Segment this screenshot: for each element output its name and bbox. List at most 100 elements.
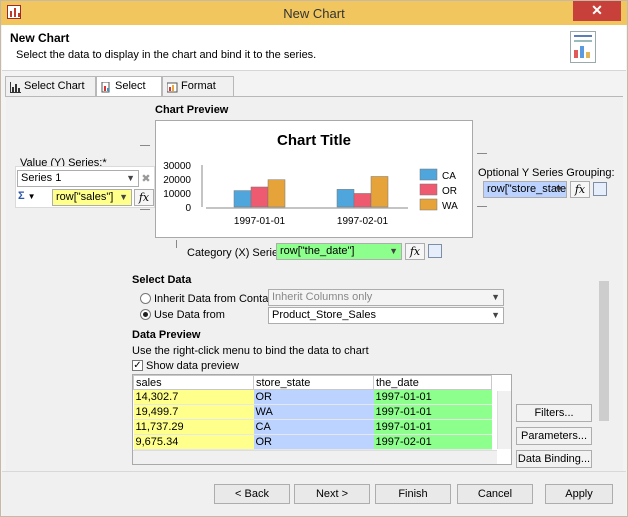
- y-tick-label: 0: [185, 203, 191, 214]
- filters-button[interactable]: Filters...: [516, 404, 592, 422]
- chevron-down-icon: ▼: [389, 246, 398, 256]
- column-header-sales[interactable]: sales: [133, 375, 254, 390]
- tab-select-chart-type[interactable]: Select Chart Type: [5, 76, 96, 110]
- panel-scrollbar[interactable]: [597, 267, 611, 467]
- sigma-icon: Σ: [18, 190, 25, 202]
- dialog-window: New Chart ✕ New Chart Select the data to…: [0, 0, 628, 517]
- y-grouping-options-icon[interactable]: [593, 182, 607, 196]
- bar-or: [250, 186, 269, 208]
- value-fx-button[interactable]: fx: [134, 189, 154, 206]
- select-data-icon: [101, 81, 112, 93]
- tab-format-chart[interactable]: Format Chart: [162, 76, 234, 110]
- chart-preview-label: Chart Preview: [155, 104, 229, 116]
- cell-sales: 14,302.7: [133, 389, 254, 405]
- category-options-icon[interactable]: [428, 244, 442, 258]
- radio-use-data-from[interactable]: [140, 309, 151, 320]
- close-button[interactable]: ✕: [573, 1, 621, 21]
- x-tick-label: 1997-02-01: [337, 216, 389, 227]
- apply-button[interactable]: Apply: [545, 484, 613, 504]
- legend-label: OR: [442, 186, 457, 197]
- select-data-label: Select Data: [132, 274, 192, 286]
- category-fx-button[interactable]: fx: [405, 243, 425, 260]
- cell-sales: 9,675.34: [133, 434, 254, 450]
- chevron-down-icon: ▼: [554, 184, 563, 194]
- inherit-columns-combo: Inherit Columns only ▼: [268, 289, 504, 306]
- chevron-down-icon: ▼: [27, 192, 36, 201]
- cell-the-date: 1997-01-01: [373, 404, 492, 420]
- legend-label: CA: [442, 171, 456, 182]
- chevron-down-icon: ▼: [491, 310, 500, 320]
- tab-select-data[interactable]: Select Data: [96, 76, 162, 110]
- title-bar: New Chart ✕: [1, 1, 627, 25]
- grid-vertical-scrollbar[interactable]: [497, 391, 511, 449]
- data-source-combo[interactable]: Product_Store_Sales ▼: [268, 307, 504, 324]
- series-select[interactable]: Series 1 ▼: [17, 170, 139, 187]
- bracket-bottom-right: [477, 206, 487, 207]
- window-title: New Chart: [283, 6, 345, 21]
- y-tick-label: 30000: [163, 161, 191, 172]
- cell-store-state: CA: [253, 419, 374, 435]
- show-preview-label: Show data preview: [146, 360, 239, 372]
- bar-ca: [336, 189, 355, 208]
- header-description: Select the data to display in the chart …: [16, 49, 317, 61]
- bracket-top-left: [140, 145, 150, 146]
- back-button[interactable]: < Back: [214, 484, 290, 504]
- bracket-top-right: [477, 153, 487, 154]
- legend-swatch-or: [419, 183, 438, 196]
- table-row[interactable]: 14,302.7 OR 1997-01-01: [133, 389, 492, 405]
- scrollbar-thumb[interactable]: [599, 281, 609, 421]
- bar-wa: [370, 176, 389, 208]
- cell-sales: 19,499.7: [133, 404, 254, 420]
- cell-store-state: OR: [253, 389, 374, 405]
- cell-sales: 11,737.29: [133, 419, 254, 435]
- format-chart-icon: [166, 81, 178, 93]
- cancel-button[interactable]: Cancel: [457, 484, 533, 504]
- bracket-category-left: [176, 240, 177, 248]
- x-tick-label: 1997-01-01: [234, 216, 286, 227]
- cell-store-state: OR: [253, 434, 374, 450]
- aggregate-sigma-button[interactable]: Σ ▼: [18, 190, 46, 204]
- table-header-row: sales store_state the_date: [133, 375, 492, 390]
- cell-store-state: WA: [253, 404, 374, 420]
- value-expression-combo[interactable]: row["sales"] ▼: [52, 189, 132, 206]
- column-header-the-date[interactable]: the_date: [373, 375, 492, 390]
- data-preview-grid: sales store_state the_date 14,302.7 OR 1…: [132, 374, 512, 465]
- chart-svg: Chart Title 30000 20000 10000 0 1997-01-01 199…: [163, 132, 458, 227]
- value-expression-value: row["sales"]: [56, 191, 114, 203]
- data-preview-table: sales store_state the_date 14,302.7 OR 1…: [133, 375, 492, 450]
- y-tick-label: 10000: [163, 189, 191, 200]
- bar-ca: [233, 190, 252, 208]
- show-preview-checkbox[interactable]: ✓: [132, 360, 143, 371]
- category-expression-combo[interactable]: row["the_date"] ▼: [276, 243, 402, 260]
- y-grouping-fx-button[interactable]: fx: [570, 181, 590, 198]
- wizard-chart-icon: [570, 31, 596, 63]
- table-row[interactable]: 11,737.29 CA 1997-01-01: [133, 419, 492, 435]
- use-data-from-label: Use Data from: [154, 309, 225, 321]
- parameters-button[interactable]: Parameters...: [516, 427, 592, 445]
- grid-horizontal-scrollbar[interactable]: [133, 450, 497, 464]
- cell-the-date: 1997-01-01: [373, 419, 492, 435]
- chevron-down-icon: ▼: [119, 192, 128, 202]
- table-row[interactable]: 19,499.7 WA 1997-01-01: [133, 404, 492, 420]
- y-grouping-combo[interactable]: row["store_state"] ▼: [483, 181, 567, 198]
- delete-series-icon[interactable]: ✖: [140, 172, 152, 185]
- wizard-header: New Chart Select the data to display in …: [2, 25, 626, 71]
- chevron-down-icon: ▼: [126, 173, 135, 183]
- wizard-footer: < Back Next > Finish Cancel Apply: [2, 471, 626, 516]
- finish-button[interactable]: Finish: [375, 484, 451, 504]
- column-header-store-state[interactable]: store_state: [253, 375, 374, 390]
- data-preview-hint: Use the right-click menu to bind the dat…: [132, 345, 369, 357]
- legend-swatch-wa: [419, 198, 438, 211]
- data-binding-button[interactable]: Data Binding...: [516, 450, 592, 468]
- radio-inherit-data[interactable]: [140, 293, 151, 304]
- cell-the-date: 1997-01-01: [373, 389, 492, 405]
- y-grouping-label: Optional Y Series Grouping:: [478, 167, 615, 179]
- next-button[interactable]: Next >: [294, 484, 370, 504]
- inherit-columns-value: Inherit Columns only: [272, 291, 373, 303]
- data-preview-label: Data Preview: [132, 329, 201, 341]
- legend-swatch-ca: [419, 168, 438, 181]
- bracket-bottom-left: [140, 209, 150, 210]
- series-select-value: Series 1: [21, 172, 62, 184]
- legend-label: WA: [442, 201, 458, 212]
- table-row[interactable]: 9,675.34 OR 1997-02-01: [133, 434, 492, 450]
